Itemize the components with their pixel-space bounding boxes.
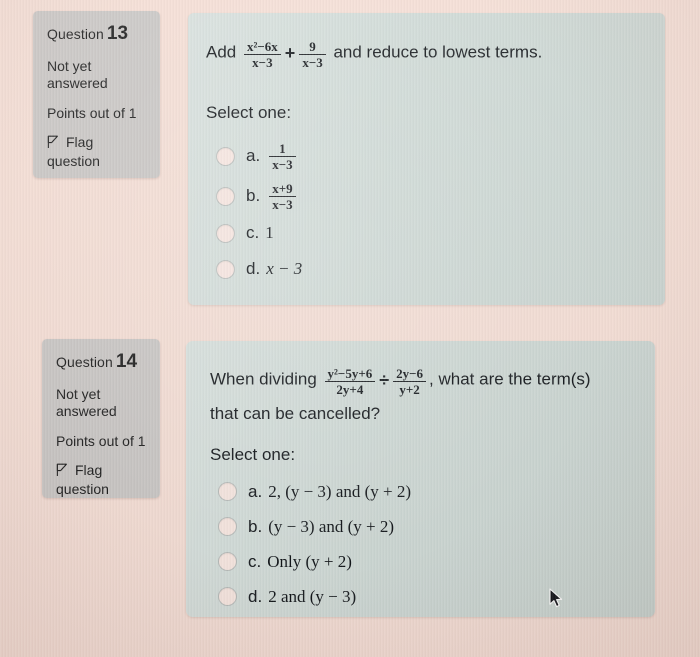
option-letter: a. <box>248 481 263 501</box>
radio-button-option-d[interactable] <box>218 587 237 606</box>
radio-button-option-b[interactable] <box>216 186 235 206</box>
option-fraction-denominator: x−3 <box>272 156 293 172</box>
stem-line-2: that can be cancelled? <box>210 404 381 423</box>
stem-fraction-2-denominator: y+2 <box>399 382 420 397</box>
option-row[interactable]: c. 1 <box>188 215 665 251</box>
stem-lead: When dividing <box>210 369 317 389</box>
option-text: (y − 3) and (y + 2) <box>268 516 395 536</box>
answer-status-line-1: Not yet <box>47 58 92 74</box>
option-fraction: x+9 x−3 <box>269 181 296 212</box>
option-text: 2, (y − 3) and (y + 2) <box>268 481 412 501</box>
answer-status: Not yet answered <box>56 386 146 420</box>
option-row[interactable]: a. 1 x−3 <box>188 135 665 177</box>
question-content-panel-13: Add x²−6x x−3 + 9 x−3 and reduce to lowe… <box>188 13 665 305</box>
question-info-panel-13: Question 13 Not yet answered Points out o… <box>33 11 160 178</box>
question-block-13: Question 13 Not yet answered Points out o… <box>0 0 700 320</box>
radio-button-option-c[interactable] <box>218 552 237 571</box>
points-out-of: Points out of 1 <box>56 433 146 449</box>
stem-fraction-2-numerator: 9 <box>299 39 326 55</box>
stem-fraction-1-denominator: x−3 <box>252 55 273 70</box>
flag-question-control[interactable]: Flag question <box>56 462 146 498</box>
options-list-14: a. 2, (y − 3) and (y + 2) b. (y − 3) and… <box>186 474 655 614</box>
flag-icon <box>47 135 59 153</box>
question-number: 13 <box>106 23 129 44</box>
flag-question-label: Flag <box>75 462 103 478</box>
option-text: 1 <box>265 223 274 242</box>
option-fraction: 1 x−3 <box>269 141 296 172</box>
answer-status-line-2: answered <box>56 403 117 419</box>
option-row[interactable]: d. x − 3 <box>188 251 665 287</box>
question-info-panel-14: Question 14 Not yet answered Points out o… <box>42 339 160 498</box>
question-number-heading: Question 13 <box>47 23 146 45</box>
answer-status-line-1: Not yet <box>56 386 101 402</box>
question-content-panel-14: When dividing y²−5y+6 2y+4 ÷ 2y−6 y+2 , … <box>186 341 655 617</box>
answer-status: Not yet answered <box>47 58 139 92</box>
option-fraction-numerator: 1 <box>269 141 296 157</box>
option-fraction-numerator: x+9 <box>269 181 296 197</box>
stem-fraction-2: 9 x−3 <box>299 39 326 70</box>
flag-icon <box>56 463 68 481</box>
stem-tail: , what are the term(s) <box>429 369 591 389</box>
stem-fraction-1-numerator: x²−6x <box>243 39 281 55</box>
option-row[interactable]: c. Only (y + 2) <box>186 544 655 579</box>
option-letter: d. <box>246 259 261 278</box>
option-letter: d. <box>248 586 263 606</box>
stem-fraction-2-numerator: 2y−6 <box>393 366 427 382</box>
option-row[interactable]: b. x+9 x−3 <box>188 177 665 215</box>
radio-button-option-b[interactable] <box>218 517 237 536</box>
radio-button-option-a[interactable] <box>216 146 235 166</box>
mouse-cursor-icon <box>549 588 564 614</box>
stem-fraction-1-numerator: y²−5y+6 <box>324 366 376 382</box>
stem-fraction-2: 2y−6 y+2 <box>393 366 427 397</box>
flag-question-label-2: question <box>47 153 100 169</box>
stem-fraction-1: y²−5y+6 2y+4 <box>324 366 376 397</box>
stem-operator: ÷ <box>379 370 390 391</box>
option-letter: b. <box>246 186 261 205</box>
stem-fraction-2-denominator: x−3 <box>302 55 323 70</box>
option-text: Only (y + 2) <box>267 551 352 571</box>
question-number-heading: Question 14 <box>56 351 146 373</box>
stem-operator: + <box>284 43 296 64</box>
flag-question-label: Flag <box>66 134 94 150</box>
flag-question-label-2: question <box>56 481 109 497</box>
points-out-of: Points out of 1 <box>47 105 137 121</box>
option-letter: a. <box>246 146 261 165</box>
option-fraction-denominator: x−3 <box>272 196 293 212</box>
answer-status-line-2: answered <box>47 75 108 91</box>
question-word: Question <box>47 26 104 42</box>
flag-question-control[interactable]: Flag question <box>47 134 146 170</box>
question-stem-14: When dividing y²−5y+6 2y+4 ÷ 2y−6 y+2 , … <box>210 366 645 426</box>
option-text: x − 3 <box>266 259 303 278</box>
option-letter: c. <box>248 551 262 571</box>
select-one-label-14: Select one: <box>210 445 296 464</box>
stem-tail: and reduce to lowest terms. <box>333 42 543 62</box>
option-letter: c. <box>246 223 260 242</box>
option-text: 2 and (y − 3) <box>268 586 357 606</box>
option-row[interactable]: d. 2 and (y − 3) <box>186 579 655 614</box>
options-list-13: a. 1 x−3 b. x+9 x−3 c. 1 d. x − 3 <box>188 135 665 287</box>
stem-fraction-1-denominator: 2y+4 <box>336 382 364 397</box>
option-row[interactable]: b. (y − 3) and (y + 2) <box>186 509 655 544</box>
question-word: Question <box>56 354 113 370</box>
question-block-14: Question 14 Not yet answered Points out o… <box>0 330 700 657</box>
radio-button-option-a[interactable] <box>218 482 237 501</box>
radio-button-option-d[interactable] <box>216 259 235 279</box>
stem-fraction-1: x²−6x x−3 <box>243 39 281 70</box>
option-row[interactable]: a. 2, (y − 3) and (y + 2) <box>186 474 655 509</box>
option-letter: b. <box>248 516 263 536</box>
select-one-label-13: Select one: <box>206 103 292 122</box>
stem-lead: Add <box>206 42 237 62</box>
question-number: 14 <box>115 351 138 372</box>
radio-button-option-c[interactable] <box>216 223 235 243</box>
question-stem-13: Add x²−6x x−3 + 9 x−3 and reduce to lowe… <box>206 39 651 70</box>
